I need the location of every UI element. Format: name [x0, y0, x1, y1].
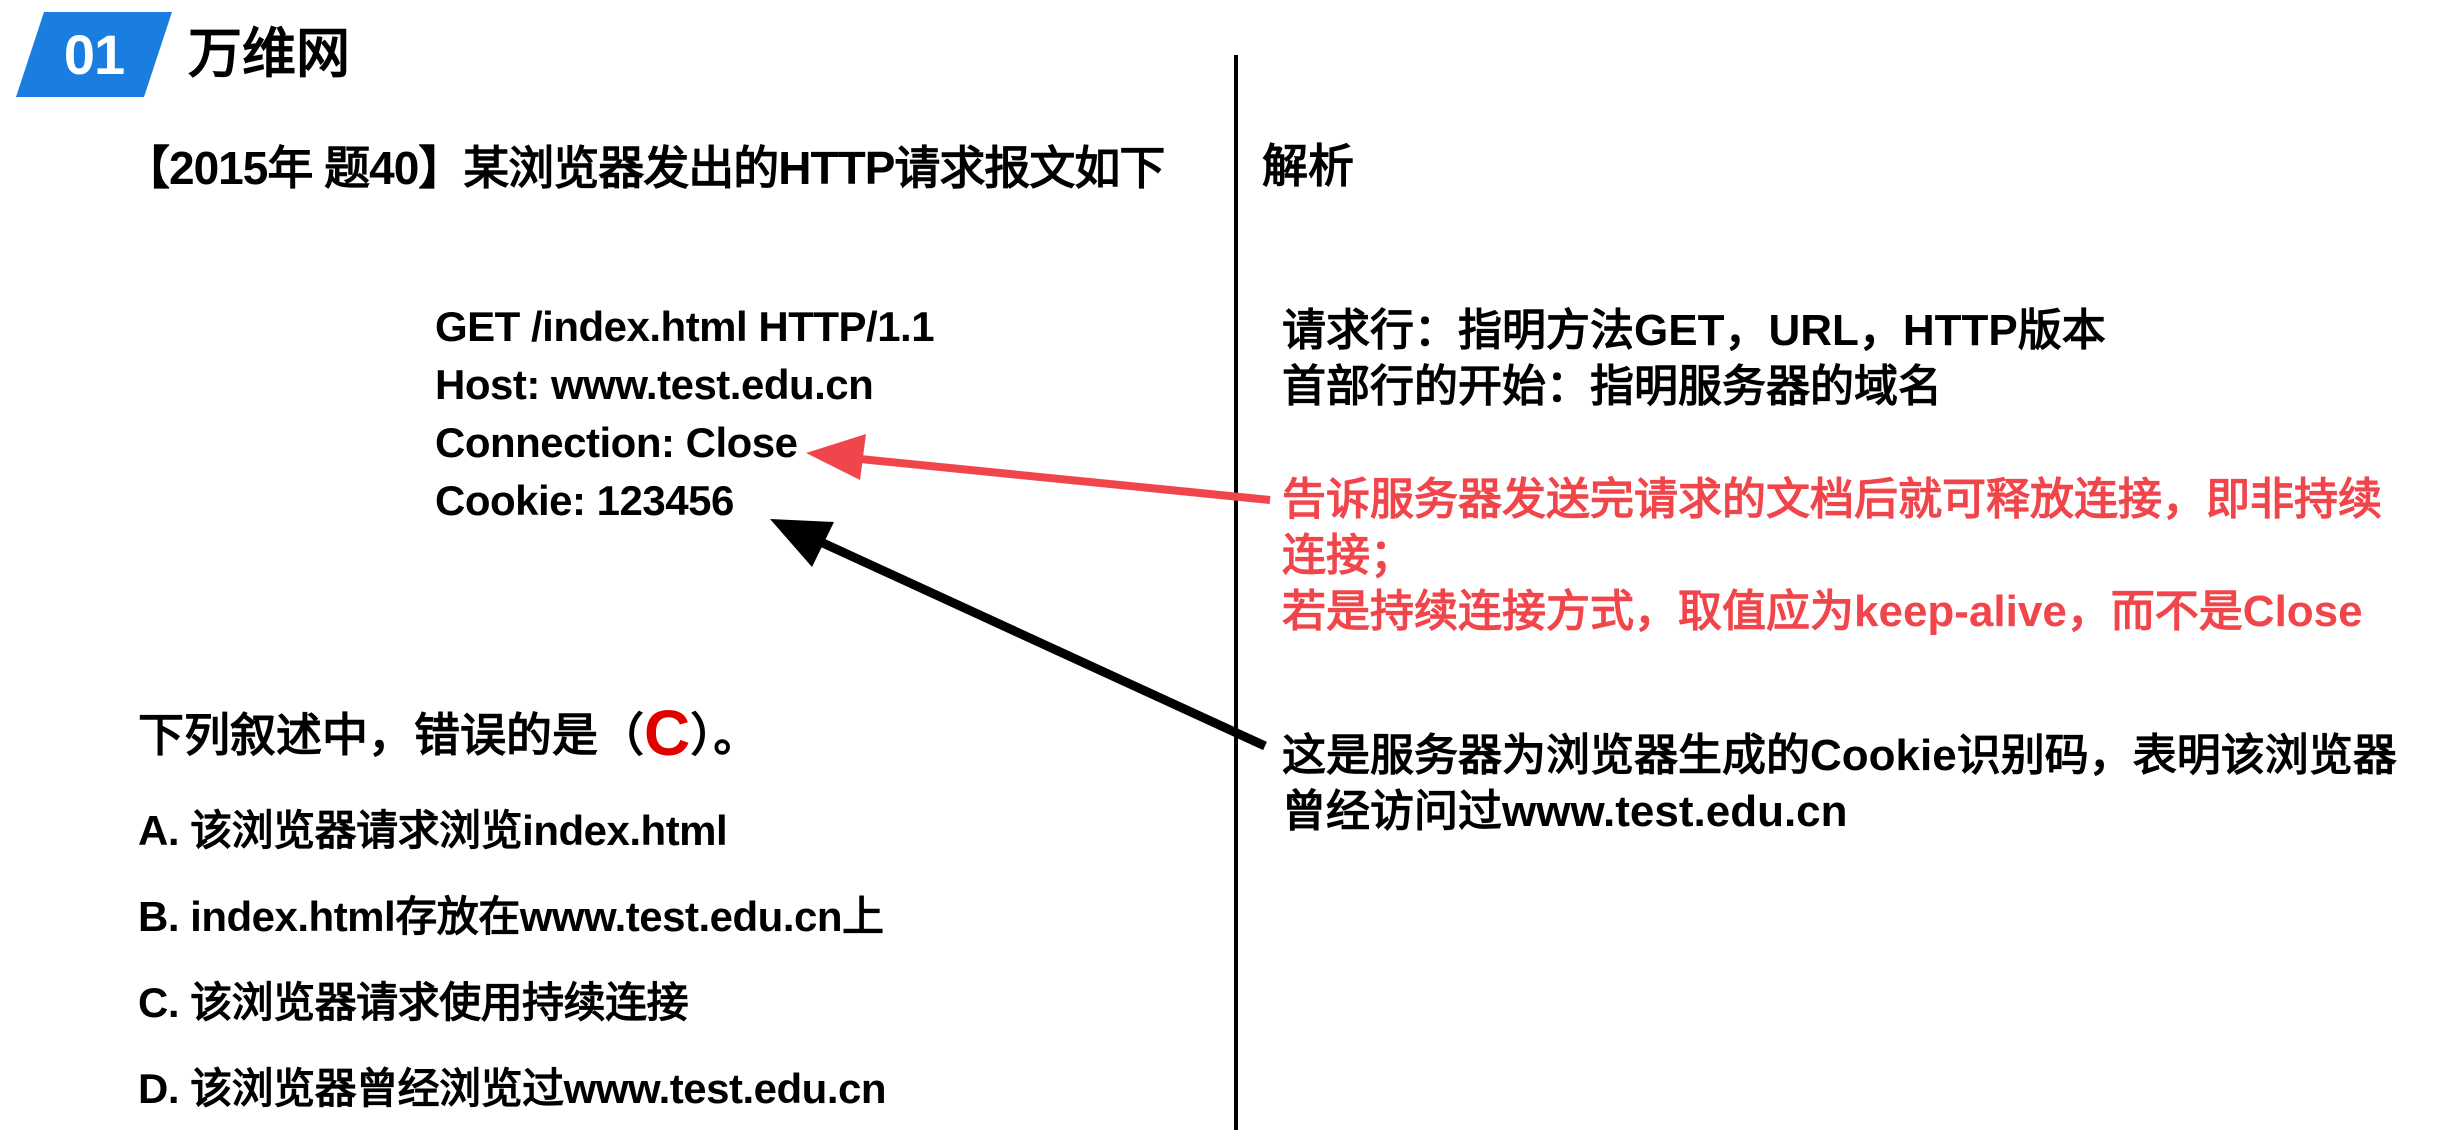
- option-c: C. 该浏览器请求使用持续连接: [138, 979, 689, 1026]
- explain-cookie-text: 这是服务器为浏览器生成的Cookie识别码，表明该浏览器曾经访问过www.tes…: [1282, 731, 2397, 836]
- section-number: 01: [63, 23, 125, 86]
- question-prompt: 下列叙述中，错误的是（C）。: [138, 698, 759, 770]
- explain-request-line-text: 请求行：指明方法GET，URL，HTTP版本: [1282, 306, 2106, 355]
- option-b: B. index.html存放在www.test.edu.cn上: [138, 893, 884, 940]
- http-request-message: GET /index.html HTTP/1.1 Host: www.test.…: [435, 298, 935, 530]
- prompt-prefix: 下列叙述中，错误的是（: [138, 709, 644, 761]
- column-divider: [1234, 55, 1238, 1130]
- option-d: D. 该浏览器曾经浏览过www.test.edu.cn: [138, 1065, 887, 1112]
- request-line-cookie: Cookie: 123456: [435, 477, 734, 524]
- answer-options: A. 该浏览器请求浏览index.html B. index.html存放在ww…: [138, 788, 887, 1132]
- explain-cookie: 这是服务器为浏览器生成的Cookie识别码，表明该浏览器曾经访问过www.tes…: [1282, 728, 2422, 840]
- black-arrow: [770, 519, 1267, 751]
- analysis-title: 解析: [1262, 140, 1354, 192]
- answer-letter: C: [644, 697, 691, 769]
- option-a: A. 该浏览器请求浏览index.html: [138, 807, 728, 854]
- explain-host-text: 首部行的开始：指明服务器的域名: [1282, 362, 1942, 411]
- request-line-get: GET /index.html HTTP/1.1: [435, 303, 935, 350]
- explain-request-line: 请求行：指明方法GET，URL，HTTP版本 首部行的开始：指明服务器的域名: [1282, 303, 2422, 415]
- section-title: 万维网: [188, 24, 350, 84]
- question-title: 【2015年 题40】某浏览器发出的HTTP请求报文如下: [124, 142, 1165, 194]
- request-line-host: Host: www.test.edu.cn: [435, 361, 874, 408]
- prompt-suffix: ）。: [690, 709, 760, 761]
- request-line-connection: Connection: Close: [435, 419, 798, 466]
- explain-connection-text: 告诉服务器发送完请求的文档后就可释放连接，即非持续连接；: [1282, 475, 2382, 580]
- explain-keepalive-text: 若是持续连接方式，取值应为keep-alive，而不是Close: [1282, 587, 2363, 636]
- explain-connection: 告诉服务器发送完请求的文档后就可释放连接，即非持续连接； 若是持续连接方式，取值…: [1282, 472, 2422, 640]
